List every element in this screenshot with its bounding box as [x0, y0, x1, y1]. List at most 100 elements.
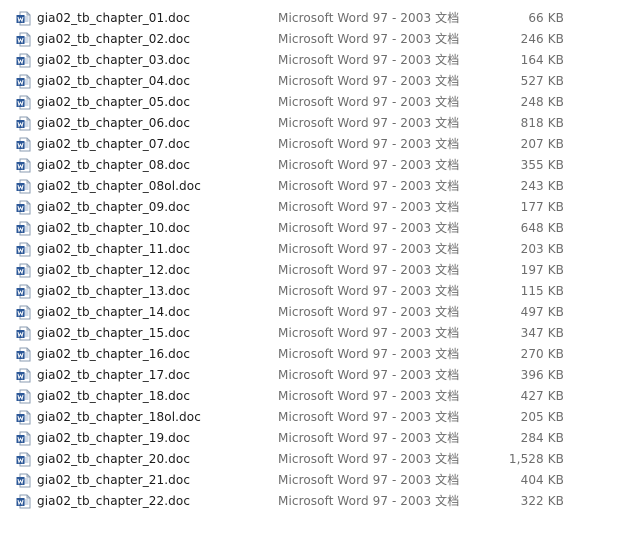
file-name[interactable]: gia02_tb_chapter_22.doc	[37, 491, 190, 512]
word-document-icon	[16, 32, 31, 47]
file-name[interactable]: gia02_tb_chapter_18.doc	[37, 386, 190, 407]
file-name[interactable]: gia02_tb_chapter_05.doc	[37, 92, 190, 113]
file-row[interactable]: gia02_tb_chapter_16.doc Microsoft Word 97…	[0, 344, 642, 365]
file-row[interactable]: gia02_tb_chapter_14.doc Microsoft Word 97…	[0, 302, 642, 323]
word-document-icon	[16, 116, 31, 131]
file-size: 115 KB	[520, 284, 564, 298]
file-size: 197 KB	[520, 263, 564, 277]
file-name[interactable]: gia02_tb_chapter_06.doc	[37, 113, 190, 134]
file-row[interactable]: gia02_tb_chapter_18.doc Microsoft Word 97…	[0, 386, 642, 407]
word-document-icon	[16, 158, 31, 173]
file-row[interactable]: gia02_tb_chapter_05.doc Microsoft Word 97…	[0, 92, 642, 113]
file-size: 207 KB	[520, 137, 564, 151]
word-document-icon	[16, 95, 31, 110]
word-document-icon	[16, 452, 31, 467]
word-document-icon	[16, 74, 31, 89]
file-row[interactable]: gia02_tb_chapter_11.doc Microsoft Word 97…	[0, 239, 642, 260]
file-name[interactable]: gia02_tb_chapter_17.doc	[37, 365, 190, 386]
file-name[interactable]: gia02_tb_chapter_19.doc	[37, 428, 190, 449]
file-type: Microsoft Word 97 - 2003 文档	[278, 221, 460, 235]
file-size: 164 KB	[520, 53, 564, 67]
file-type: Microsoft Word 97 - 2003 文档	[278, 410, 460, 424]
file-name[interactable]: gia02_tb_chapter_21.doc	[37, 470, 190, 491]
file-row[interactable]: gia02_tb_chapter_13.doc Microsoft Word 97…	[0, 281, 642, 302]
file-size: 66 KB	[528, 11, 564, 25]
file-list: gia02_tb_chapter_01.doc Microsoft Word 97…	[0, 8, 642, 512]
file-row[interactable]: gia02_tb_chapter_09.doc Microsoft Word 97…	[0, 197, 642, 218]
file-name[interactable]: gia02_tb_chapter_13.doc	[37, 281, 190, 302]
file-type: Microsoft Word 97 - 2003 文档	[278, 137, 460, 151]
file-name[interactable]: gia02_tb_chapter_09.doc	[37, 197, 190, 218]
file-row[interactable]: gia02_tb_chapter_03.doc Microsoft Word 97…	[0, 50, 642, 71]
file-row[interactable]: gia02_tb_chapter_22.doc Microsoft Word 97…	[0, 491, 642, 512]
file-size: 270 KB	[520, 347, 564, 361]
file-name[interactable]: gia02_tb_chapter_14.doc	[37, 302, 190, 323]
word-document-icon	[16, 53, 31, 68]
file-name[interactable]: gia02_tb_chapter_10.doc	[37, 218, 190, 239]
file-size: 527 KB	[520, 74, 564, 88]
file-type: Microsoft Word 97 - 2003 文档	[278, 452, 460, 466]
file-row[interactable]: gia02_tb_chapter_20.doc Microsoft Word 97…	[0, 449, 642, 470]
file-name[interactable]: gia02_tb_chapter_08ol.doc	[37, 176, 201, 197]
word-document-icon	[16, 326, 31, 341]
file-row[interactable]: gia02_tb_chapter_21.doc Microsoft Word 97…	[0, 470, 642, 491]
file-name[interactable]: gia02_tb_chapter_07.doc	[37, 134, 190, 155]
file-name[interactable]: gia02_tb_chapter_08.doc	[37, 155, 190, 176]
file-size: 1,528 KB	[508, 452, 564, 466]
file-name[interactable]: gia02_tb_chapter_11.doc	[37, 239, 190, 260]
file-row[interactable]: gia02_tb_chapter_08.doc Microsoft Word 97…	[0, 155, 642, 176]
file-size: 322 KB	[520, 494, 564, 508]
file-size: 243 KB	[520, 179, 564, 193]
file-type: Microsoft Word 97 - 2003 文档	[278, 473, 460, 487]
file-size: 497 KB	[520, 305, 564, 319]
file-name[interactable]: gia02_tb_chapter_01.doc	[37, 8, 190, 29]
word-document-icon	[16, 389, 31, 404]
file-row[interactable]: gia02_tb_chapter_10.doc Microsoft Word 97…	[0, 218, 642, 239]
word-document-icon	[16, 368, 31, 383]
file-name[interactable]: gia02_tb_chapter_03.doc	[37, 50, 190, 71]
file-row[interactable]: gia02_tb_chapter_06.doc Microsoft Word 97…	[0, 113, 642, 134]
file-name[interactable]: gia02_tb_chapter_18ol.doc	[37, 407, 201, 428]
file-size: 177 KB	[520, 200, 564, 214]
file-name[interactable]: gia02_tb_chapter_12.doc	[37, 260, 190, 281]
file-row[interactable]: gia02_tb_chapter_08ol.doc Microsoft Word …	[0, 176, 642, 197]
file-row[interactable]: gia02_tb_chapter_07.doc Microsoft Word 97…	[0, 134, 642, 155]
file-size: 404 KB	[520, 473, 564, 487]
file-row[interactable]: gia02_tb_chapter_02.doc Microsoft Word 97…	[0, 29, 642, 50]
file-name[interactable]: gia02_tb_chapter_20.doc	[37, 449, 190, 470]
word-document-icon	[16, 242, 31, 257]
file-row[interactable]: gia02_tb_chapter_04.doc Microsoft Word 97…	[0, 71, 642, 92]
file-type: Microsoft Word 97 - 2003 文档	[278, 494, 460, 508]
word-document-icon	[16, 305, 31, 320]
word-document-icon	[16, 137, 31, 152]
file-row[interactable]: gia02_tb_chapter_18ol.doc Microsoft Word …	[0, 407, 642, 428]
file-name[interactable]: gia02_tb_chapter_02.doc	[37, 29, 190, 50]
file-row[interactable]: gia02_tb_chapter_15.doc Microsoft Word 97…	[0, 323, 642, 344]
file-name[interactable]: gia02_tb_chapter_16.doc	[37, 344, 190, 365]
file-size: 648 KB	[520, 221, 564, 235]
file-type: Microsoft Word 97 - 2003 文档	[278, 389, 460, 403]
file-type: Microsoft Word 97 - 2003 文档	[278, 95, 460, 109]
file-size: 284 KB	[520, 431, 564, 445]
file-name[interactable]: gia02_tb_chapter_15.doc	[37, 323, 190, 344]
file-name[interactable]: gia02_tb_chapter_04.doc	[37, 71, 190, 92]
file-type: Microsoft Word 97 - 2003 文档	[278, 74, 460, 88]
file-row[interactable]: gia02_tb_chapter_19.doc Microsoft Word 97…	[0, 428, 642, 449]
file-type: Microsoft Word 97 - 2003 文档	[278, 32, 460, 46]
word-document-icon	[16, 347, 31, 362]
file-row[interactable]: gia02_tb_chapter_01.doc Microsoft Word 97…	[0, 8, 642, 29]
file-row[interactable]: gia02_tb_chapter_12.doc Microsoft Word 97…	[0, 260, 642, 281]
file-size: 427 KB	[520, 389, 564, 403]
file-size: 347 KB	[520, 326, 564, 340]
word-document-icon	[16, 11, 31, 26]
file-type: Microsoft Word 97 - 2003 文档	[278, 11, 460, 25]
word-document-icon	[16, 263, 31, 278]
word-document-icon	[16, 494, 31, 509]
file-type: Microsoft Word 97 - 2003 文档	[278, 158, 460, 172]
file-size: 396 KB	[520, 368, 564, 382]
file-type: Microsoft Word 97 - 2003 文档	[278, 305, 460, 319]
file-size: 355 KB	[520, 158, 564, 172]
file-size: 246 KB	[520, 32, 564, 46]
file-type: Microsoft Word 97 - 2003 文档	[278, 53, 460, 67]
file-row[interactable]: gia02_tb_chapter_17.doc Microsoft Word 97…	[0, 365, 642, 386]
